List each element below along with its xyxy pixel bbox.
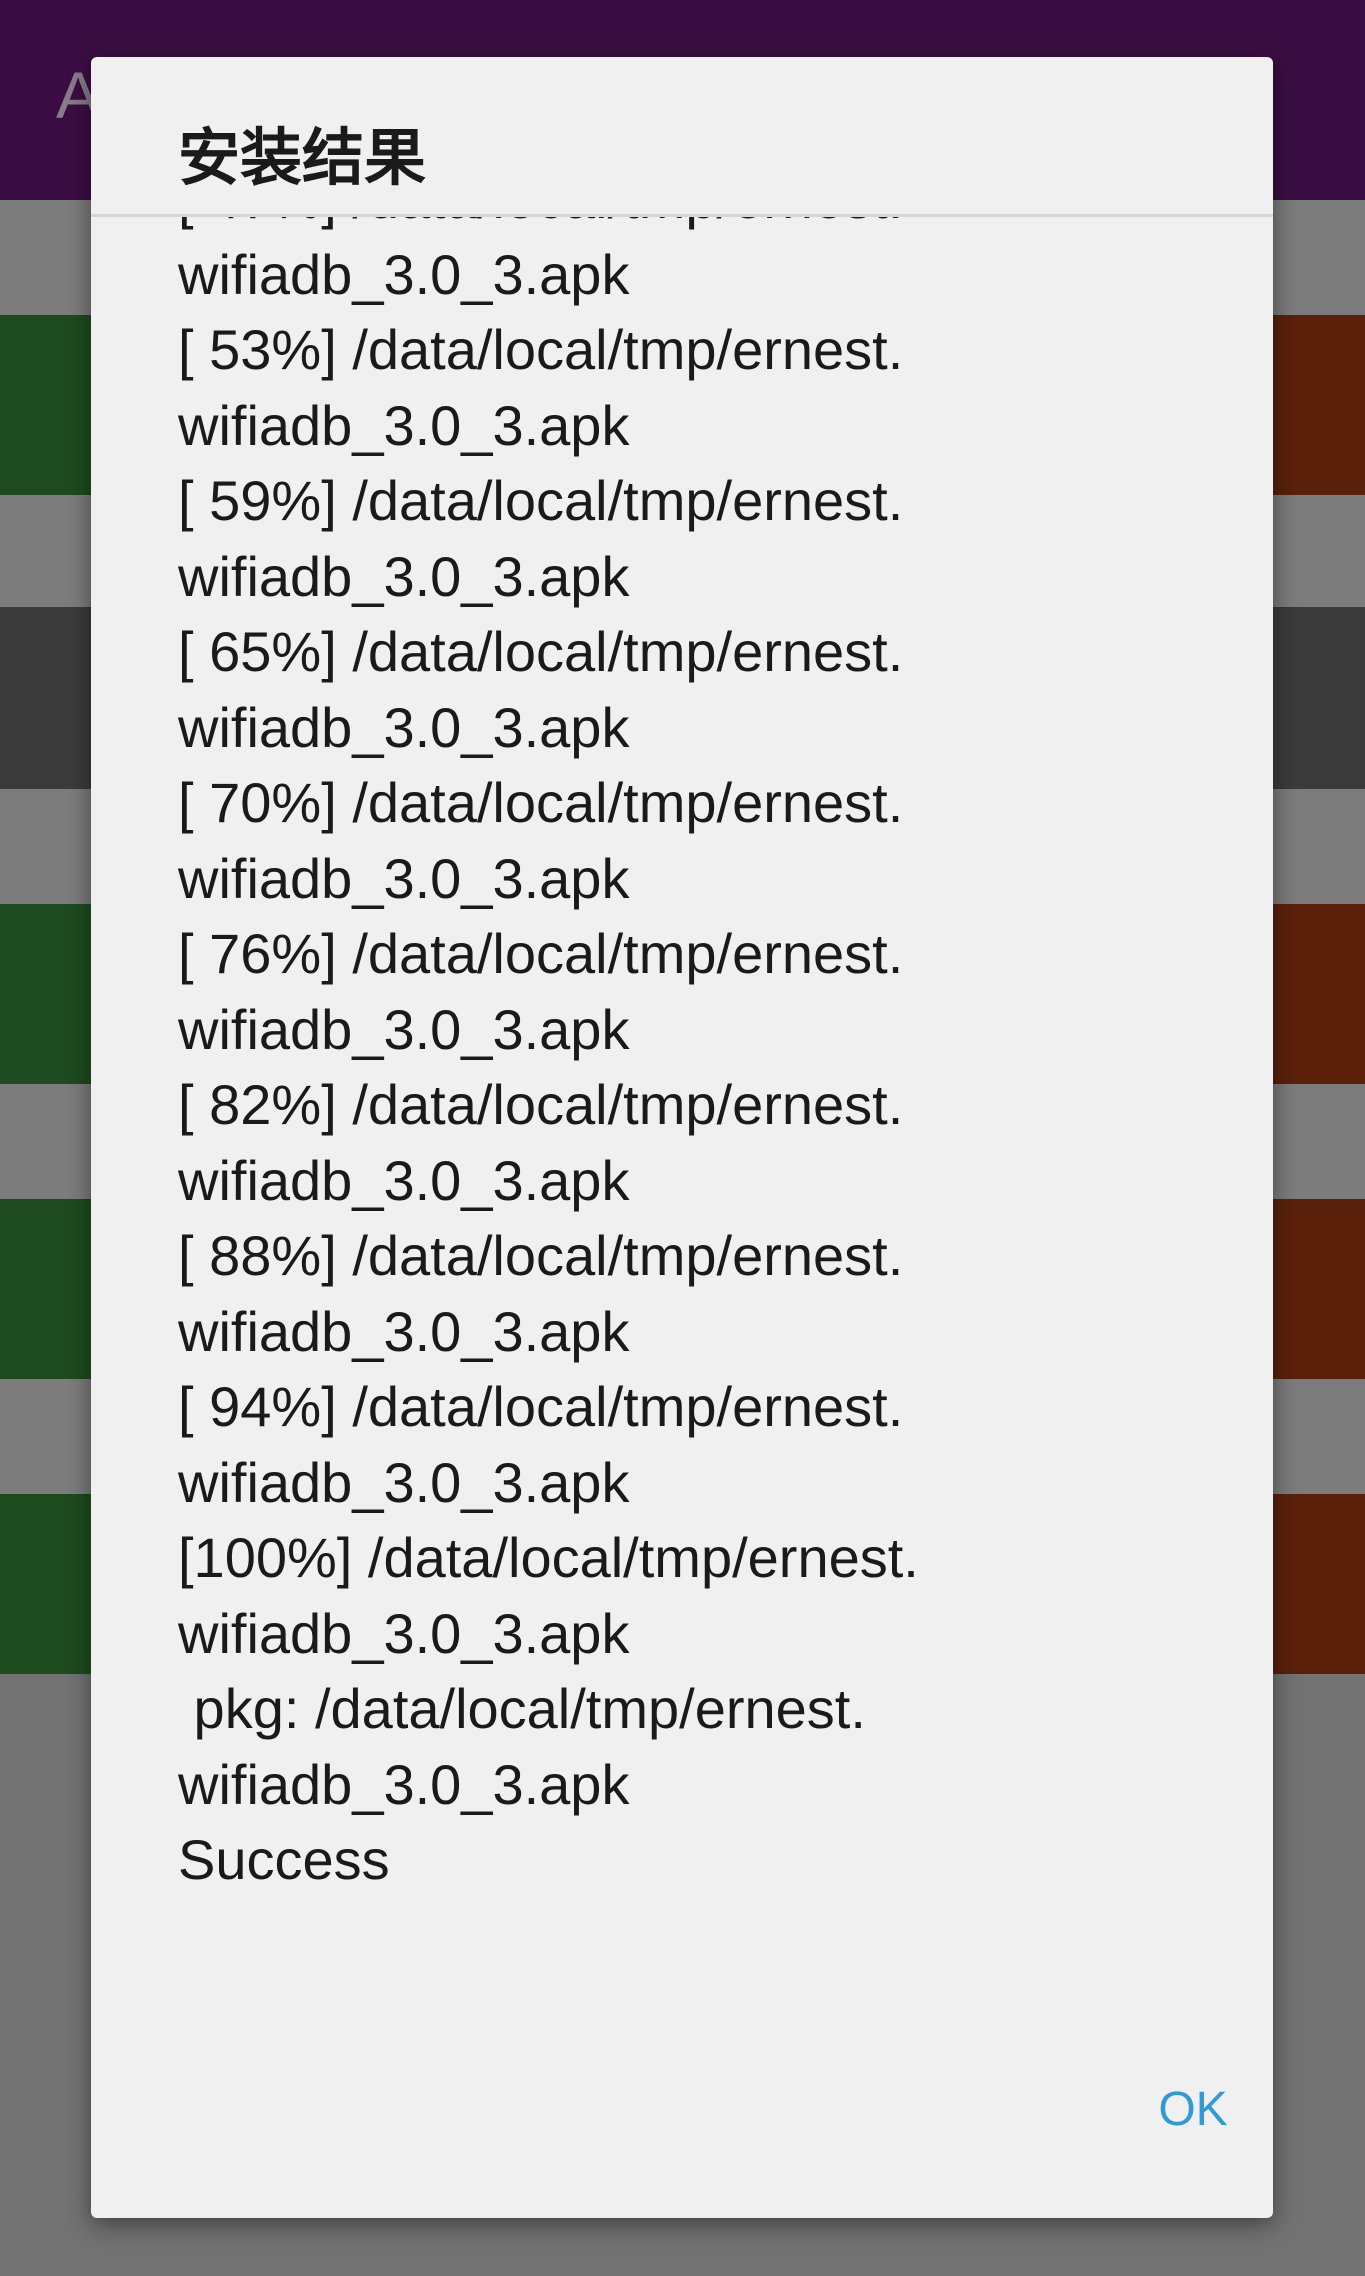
log-line: pkg: /data/local/tmp/ernest. — [178, 1677, 866, 1740]
log-line: wifiadb_3.0_3.apk — [178, 997, 630, 1061]
log-line: wifiadb_3.0_3.apk — [178, 1450, 630, 1514]
log-line: [ 94%] /data/local/tmp/ernest. — [178, 1375, 904, 1438]
background-green-tile — [0, 315, 95, 495]
log-line: wifiadb_3.0_3.apk — [178, 242, 630, 306]
log-line: [ 76%] /data/local/tmp/ernest. — [178, 922, 904, 985]
background-green-tile — [0, 1494, 95, 1674]
log-line: wifiadb_3.0_3.apk — [178, 544, 630, 608]
log-line: [ 88%] /data/local/tmp/ernest. — [178, 1224, 904, 1287]
log-line: wifiadb_3.0_3.apk — [178, 1148, 630, 1212]
log-line: [ 53%] /data/local/tmp/ernest. — [178, 318, 904, 381]
log-line: wifiadb_3.0_3.apk — [178, 695, 630, 759]
background-green-tile — [0, 904, 95, 1084]
log-line: wifiadb_3.0_3.apk — [178, 846, 630, 910]
background-orange-tile — [1272, 315, 1365, 495]
background-orange-tile — [1272, 1199, 1365, 1379]
install-result-dialog: 安装结果 [ 47%] /data/local/tmp/ernest. wifi… — [91, 57, 1273, 2218]
log-line: [ 59%] /data/local/tmp/ernest. — [178, 469, 904, 532]
log-line: wifiadb_3.0_3.apk — [178, 1299, 630, 1363]
log-line: wifiadb_3.0_3.apk — [178, 393, 630, 457]
log-line: [ 70%] /data/local/tmp/ernest. — [178, 771, 904, 834]
ok-button[interactable]: OK — [1137, 2070, 1249, 2150]
background-orange-tile — [1272, 904, 1365, 1084]
log-line: wifiadb_3.0_3.apk — [178, 1601, 630, 1665]
dialog-title: 安装结果 — [178, 121, 427, 194]
background-orange-tile — [1272, 1494, 1365, 1674]
background-green-tile — [0, 1199, 95, 1379]
log-line: [100%] /data/local/tmp/ernest. — [178, 1526, 919, 1589]
install-log-scroll-area[interactable]: [ 47%] /data/local/tmp/ernest. wifiadb_3… — [91, 217, 1273, 2032]
log-line: [ 47%] /data/local/tmp/ernest. — [178, 217, 919, 237]
log-line: [ 82%] /data/local/tmp/ernest. — [178, 1073, 904, 1136]
install-log: [ 47%] /data/local/tmp/ernest. wifiadb_3… — [178, 217, 919, 1898]
log-line: [ 65%] /data/local/tmp/ernest. — [178, 620, 904, 683]
log-line: Success — [178, 1828, 390, 1891]
log-line: wifiadb_3.0_3.apk — [178, 1752, 630, 1816]
